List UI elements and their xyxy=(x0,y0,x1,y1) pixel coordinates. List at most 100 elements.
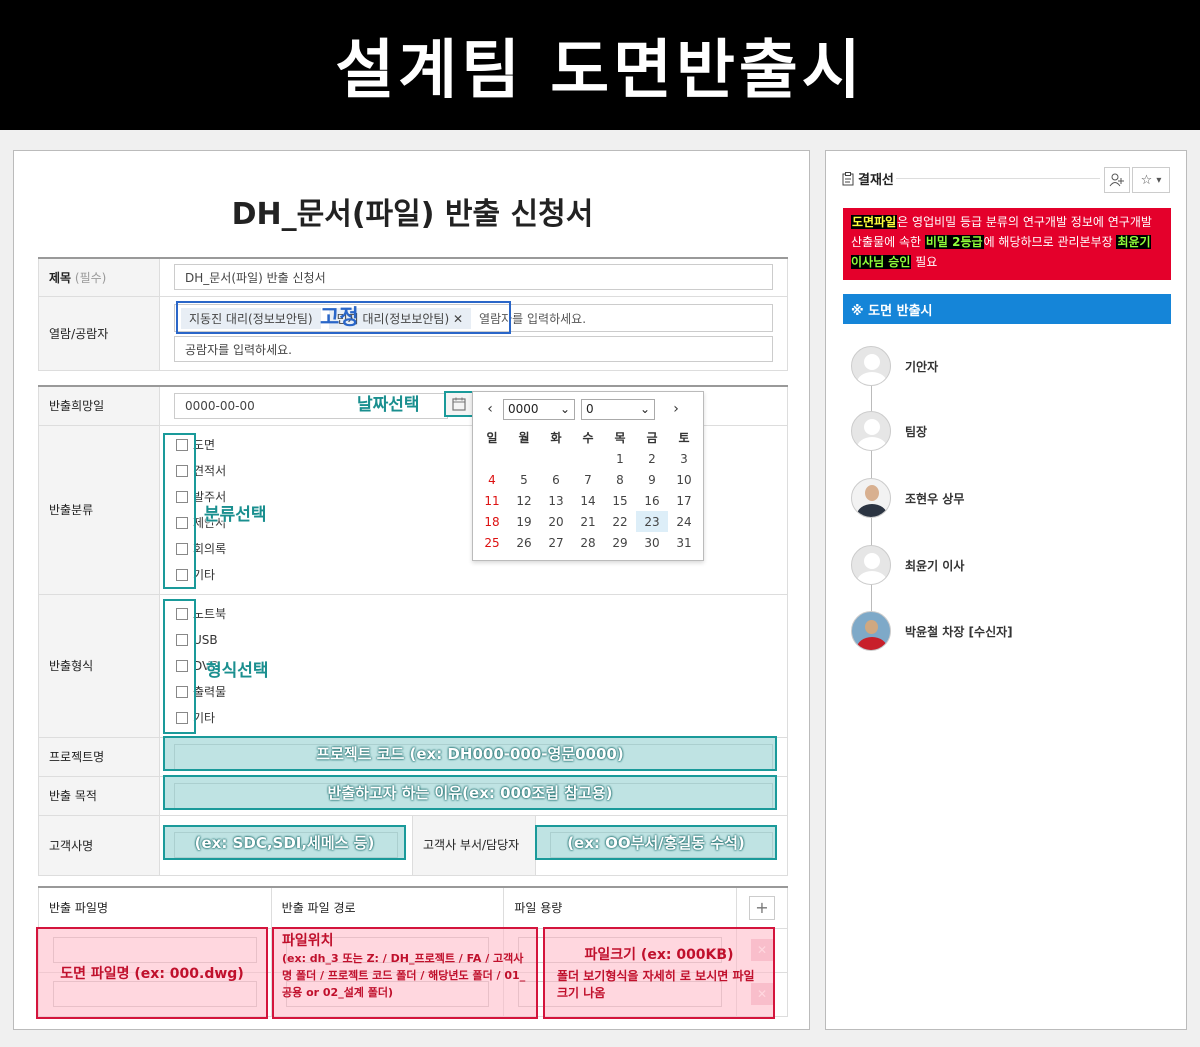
calendar-day[interactable]: 20 xyxy=(540,511,572,532)
customer-dept-label: 고객사 부서/담당자 xyxy=(412,814,536,876)
caret-down-icon: ▾ xyxy=(1156,174,1162,186)
calendar-day[interactable]: 28 xyxy=(572,532,604,553)
format-label: 반출형식 xyxy=(38,593,160,738)
calendar-day[interactable]: 10 xyxy=(668,469,700,490)
approval-line-title: 결재선 xyxy=(842,169,894,188)
calendar-day[interactable]: 18 xyxy=(476,511,508,532)
calendar-day[interactable]: 11 xyxy=(476,490,508,511)
calendar-day[interactable]: 17 xyxy=(668,490,700,511)
weekday-header: 수 xyxy=(582,430,594,445)
project-hint: 프로젝트 코드 (ex: DH000-000-영문0000) xyxy=(163,736,777,771)
calendar-day[interactable]: 19 xyxy=(508,511,540,532)
approver-item: 최윤기 이사 xyxy=(851,545,964,585)
calendar-day[interactable]: 7 xyxy=(572,469,604,490)
purpose-hint: 반출하고자 하는 이유(ex: 000조립 참고용) xyxy=(163,775,777,810)
calendar-day[interactable]: 30 xyxy=(636,532,668,553)
calendar-day[interactable]: 8 xyxy=(604,469,636,490)
filepath-header: 반출 파일 경로 xyxy=(270,886,505,929)
calendar-day[interactable]: 23 xyxy=(636,511,668,532)
month-select[interactable]: 0 ⌄ xyxy=(581,398,655,420)
calendar-day[interactable]: 1 xyxy=(604,448,636,469)
viewers-label: 열람/공람자 xyxy=(38,295,160,371)
dept-hint: (ex: OO부서/홍길동 수석) xyxy=(535,825,777,860)
filename-header: 반출 파일명 xyxy=(38,886,272,929)
filepath-hint: 파일위치 (ex: dh_3 또는 Z: / DH_프로젝트 / FA / 고객… xyxy=(272,927,538,1019)
category-label: 반출분류 xyxy=(38,424,160,595)
category-select-label: 분류선택 xyxy=(204,505,267,525)
subject-input[interactable]: DH_문서(파일) 반출 신청서 xyxy=(174,264,773,291)
year-select[interactable]: 0000 ⌄ xyxy=(503,398,575,420)
calendar-icon[interactable] xyxy=(444,391,474,417)
fixed-label: 고정 xyxy=(320,305,359,329)
star-icon: ☆ xyxy=(1140,172,1153,188)
calendar-day[interactable]: 3 xyxy=(668,448,700,469)
customer-label: 고객사명 xyxy=(38,814,160,876)
category-option[interactable]: 기타 xyxy=(176,566,773,583)
calendar-day[interactable]: 29 xyxy=(604,532,636,553)
calendar-day[interactable]: 5 xyxy=(508,469,540,490)
calendar-empty-cell xyxy=(476,448,508,469)
approval-route-header[interactable]: ※ 도면 반출시 xyxy=(843,294,1171,324)
approval-panel: 결재선 ☆ ▾ 도면파일은 영업비밀 등급 분류의 연구개발 정보에 연구개발 … xyxy=(825,150,1187,1030)
format-option[interactable]: 출력물 xyxy=(176,683,773,700)
calendar-day[interactable]: 9 xyxy=(636,469,668,490)
customer-hint: (ex: SDC,SDI,세메스 등) xyxy=(163,825,406,860)
purpose-label: 반출 목적 xyxy=(38,775,160,816)
approver-item: 조현우 상무 xyxy=(851,478,964,518)
weekday-header: 일 xyxy=(486,430,498,445)
format-checkbox-highlight xyxy=(163,599,196,734)
calendar-empty-cell xyxy=(540,448,572,469)
format-option[interactable]: 노트북 xyxy=(176,605,773,622)
divider xyxy=(896,178,1100,179)
calendar-day[interactable]: 16 xyxy=(636,490,668,511)
weekday-header: 토 xyxy=(678,430,690,445)
calendar-day[interactable]: 21 xyxy=(572,511,604,532)
avatar xyxy=(851,346,891,386)
format-option[interactable]: USB xyxy=(176,631,773,648)
calendar-day[interactable]: 4 xyxy=(476,469,508,490)
security-notice: 도면파일은 영업비밀 등급 분류의 연구개발 정보에 연구개발 산출물에 속한 … xyxy=(843,208,1171,280)
add-user-icon xyxy=(1109,173,1124,187)
form-panel: DH_문서(파일) 반출 신청서 제목 (필수) DH_문서(파일) 반출 신청… xyxy=(13,150,810,1030)
avatar xyxy=(851,611,891,651)
calendar-day[interactable]: 22 xyxy=(604,511,636,532)
page-banner: 설계팀 도면반출시 xyxy=(0,0,1200,130)
calendar-day[interactable]: 31 xyxy=(668,532,700,553)
format-select-label: 형식선택 xyxy=(206,661,269,681)
add-approver-button[interactable] xyxy=(1104,167,1130,193)
calendar-day[interactable]: 24 xyxy=(668,511,700,532)
weekday-header: 목 xyxy=(614,430,626,445)
calendar-day[interactable]: 6 xyxy=(540,469,572,490)
project-label: 프로젝트명 xyxy=(38,736,160,777)
prev-month-icon[interactable]: ‹ xyxy=(483,401,497,417)
clipboard-icon xyxy=(842,171,854,185)
next-month-icon[interactable]: › xyxy=(669,401,683,417)
cc-viewer-input[interactable]: 공람자를 입력하세요. xyxy=(174,336,773,362)
calendar-day[interactable]: 13 xyxy=(540,490,572,511)
approver-item: 기안자 xyxy=(851,346,938,386)
date-label: 반출희망일 xyxy=(38,385,160,426)
banner-title: 설계팀 도면반출시 xyxy=(335,34,865,108)
approver-item: 박윤철 차장 [수신자] xyxy=(851,611,1013,651)
approver-item: 팀장 xyxy=(851,411,927,451)
form-title: DH_문서(파일) 반출 신청서 xyxy=(231,197,594,232)
date-select-label: 날짜선택 xyxy=(357,395,420,415)
avatar xyxy=(851,545,891,585)
calendar-day[interactable]: 26 xyxy=(508,532,540,553)
calendar-day[interactable]: 14 xyxy=(572,490,604,511)
calendar-day[interactable]: 25 xyxy=(476,532,508,553)
favorite-dropdown-button[interactable]: ☆ ▾ xyxy=(1132,167,1170,193)
avatar xyxy=(851,411,891,451)
weekday-header: 화 xyxy=(550,430,562,445)
calendar-day[interactable]: 12 xyxy=(508,490,540,511)
format-option[interactable]: 기타 xyxy=(176,709,773,726)
calendar-day[interactable]: 2 xyxy=(636,448,668,469)
filesize-hint: 파일크기 (ex: 000KB) 폴더 보기형식을 자세히 로 보시면 파일크기… xyxy=(543,927,775,1019)
calendar-empty-cell xyxy=(572,448,604,469)
calendar-day[interactable]: 27 xyxy=(540,532,572,553)
calendar-grid: 일 월 화 수 목 금 토 1 2 3 4 5 6 7 8 9 10 11 12 13 14 15 16 17 18 19 20 21… xyxy=(473,426,703,553)
category-checkbox-highlight xyxy=(163,433,196,589)
avatar xyxy=(851,478,891,518)
calendar-day[interactable]: 15 xyxy=(604,490,636,511)
add-row-button[interactable]: + xyxy=(749,895,775,920)
